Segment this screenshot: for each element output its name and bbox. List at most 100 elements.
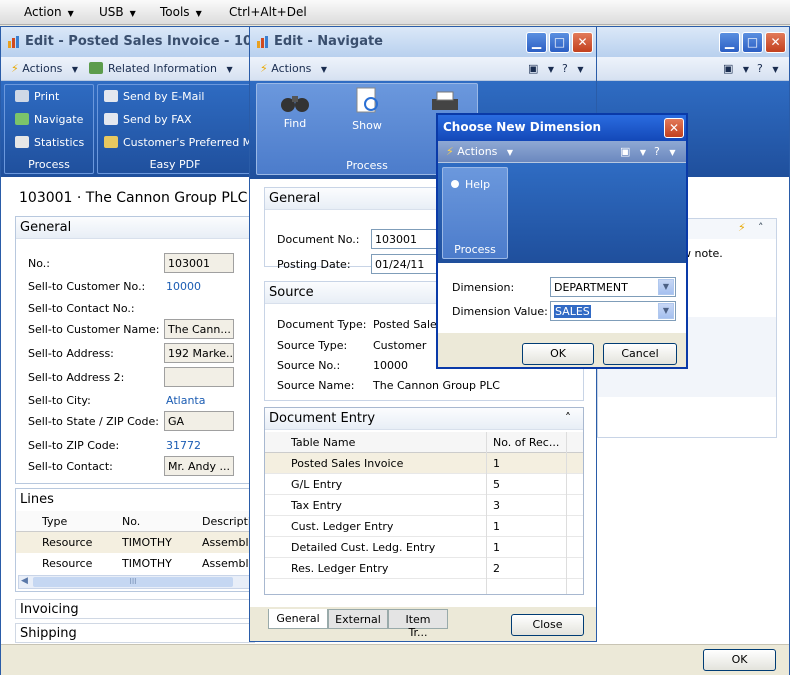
invoicing-fasttab[interactable]: Invoicing: [15, 599, 255, 619]
field-label: Sell-to ZIP Code:: [28, 439, 120, 452]
lines-fasttab-header[interactable]: Lines: [16, 489, 254, 511]
invoice-footer: OK: [1, 644, 789, 675]
send-by-email-button[interactable]: Send by E-Mail: [104, 90, 204, 103]
field-label: No.:: [28, 257, 50, 270]
general-fasttab-header[interactable]: General: [16, 217, 254, 239]
close-window-button[interactable]: ✕: [765, 32, 786, 53]
field-value-box[interactable]: 192 Marke...: [164, 343, 234, 363]
dynamics-logo-icon: [257, 36, 268, 48]
table-row[interactable]: Posted Sales Invoice 1: [265, 453, 583, 474]
record-count-cell: 2: [493, 562, 500, 575]
field-label: Sell-to State / ZIP Code:: [28, 415, 159, 428]
cancel-button[interactable]: Cancel: [603, 343, 677, 365]
source-type-label: Source Type:: [277, 339, 348, 352]
general-title: General: [20, 220, 72, 235]
field-value-box[interactable]: [164, 367, 234, 387]
document-entry-header[interactable]: Document Entry ˄: [265, 408, 583, 430]
host-menu-action[interactable]: Action ▼: [24, 5, 74, 19]
field-value-link[interactable]: 10000: [166, 280, 201, 293]
table-row[interactable]: Cust. Ledger Entry 1: [265, 516, 583, 537]
field-label: Sell-to City:: [28, 394, 91, 407]
close-button[interactable]: Close: [511, 614, 584, 636]
layout-menu[interactable]: ▣ ▼: [723, 62, 749, 75]
record-count-cell: 3: [493, 499, 500, 512]
host-menu-tools[interactable]: Tools ▼: [160, 5, 202, 19]
field-value-link[interactable]: 31772: [166, 439, 201, 452]
tab-item-tracking[interactable]: Item Tr...: [388, 609, 448, 639]
host-menu-usb[interactable]: USB ▼: [99, 5, 136, 19]
shipping-fasttab[interactable]: Shipping: [15, 623, 255, 643]
table-row[interactable]: G/L Entry 5: [265, 474, 583, 495]
maximize-button[interactable]: □: [742, 32, 763, 53]
minimize-icon: ▁: [724, 35, 735, 49]
navigate-button[interactable]: Navigate: [15, 113, 83, 126]
field-value-box[interactable]: Mr. Andy ...: [164, 456, 234, 476]
send-by-fax-button[interactable]: Send by FAX: [104, 113, 192, 126]
table-row[interactable]: Detailed Cust. Ledg. Entry 1: [265, 537, 583, 558]
table-row[interactable]: Tax Entry 3: [265, 495, 583, 516]
layout-menu[interactable]: ▣ ▼: [620, 145, 646, 158]
table-row[interactable]: Resource TIMOTHY Assemblin: [16, 553, 259, 574]
customer-preferred-method-button[interactable]: Customer's Preferred Met: [104, 136, 263, 149]
minimize-button[interactable]: ▁: [526, 32, 547, 53]
new-note-link[interactable]: w note.: [682, 247, 723, 260]
find-label: Find: [283, 117, 307, 130]
help-menu[interactable]: ? ▼: [654, 145, 676, 158]
collapse-icon[interactable]: ˄: [565, 411, 571, 425]
maximize-icon: □: [746, 35, 759, 49]
related-information-menu[interactable]: Related Information ▼: [89, 62, 233, 75]
dimension-dropdown[interactable]: DEPARTMENT ▼: [550, 277, 676, 297]
actions-menu[interactable]: ⚡ Actions ▼: [260, 62, 327, 75]
field-value-link[interactable]: Atlanta: [166, 394, 205, 407]
statistics-button[interactable]: Statistics: [15, 136, 84, 149]
host-menu-usb-label: USB: [99, 5, 124, 19]
source-no-value: 10000: [373, 359, 408, 372]
help-menu[interactable]: ? ▼: [562, 62, 584, 75]
close-window-button[interactable]: ✕: [572, 32, 593, 53]
actions-menu[interactable]: ⚡ Actions ▼: [446, 145, 513, 158]
tab-external[interactable]: External: [328, 609, 388, 629]
host-menu-action-label: Action: [24, 5, 62, 19]
field-value-box[interactable]: GA: [164, 411, 234, 431]
help-button[interactable]: Help: [451, 178, 490, 191]
minimize-button[interactable]: ▁: [719, 32, 740, 53]
email-icon: [104, 90, 118, 102]
chevron-down-icon[interactable]: ▼: [658, 303, 674, 319]
find-button[interactable]: Find: [275, 92, 315, 130]
host-menu-ctrl-alt-del[interactable]: Ctrl+Alt+Del: [229, 5, 307, 19]
actions-menu[interactable]: ⚡ Actions ▼: [11, 62, 78, 75]
print-button[interactable]: Print: [15, 90, 59, 103]
column-header-no-of-records[interactable]: No. of Rec...: [493, 436, 559, 449]
field-value-box[interactable]: 103001: [164, 253, 234, 273]
layout-icon: ▣: [620, 145, 631, 158]
field-value-box[interactable]: The Cann...: [164, 319, 234, 339]
host-menu-tools-label: Tools: [160, 5, 190, 19]
ok-button[interactable]: OK: [703, 649, 776, 671]
help-menu[interactable]: ? ▼: [757, 62, 779, 75]
dimension-value-dropdown[interactable]: SALES ▼: [550, 301, 676, 321]
table-row[interactable]: Res. Ledger Entry 2: [265, 558, 583, 579]
chevron-down-icon: ▼: [67, 9, 74, 18]
minimize-icon: ▁: [531, 35, 542, 49]
column-header-table-name[interactable]: Table Name: [291, 436, 355, 449]
chevron-down-icon[interactable]: ▼: [658, 279, 674, 295]
dialog-command-bar: ⚡ Actions ▼ ▣ ▼ ? ▼: [438, 141, 686, 163]
column-header-type[interactable]: Type: [42, 515, 67, 528]
field-label: Sell-to Customer Name:: [28, 323, 160, 336]
close-dialog-button[interactable]: ✕: [664, 118, 684, 138]
table-name-cell: Res. Ledger Entry: [291, 562, 389, 575]
chevron-down-icon: ▼: [577, 65, 584, 74]
show-button[interactable]: Show: [347, 86, 387, 132]
lightning-icon[interactable]: ⚡: [738, 221, 746, 234]
ok-button[interactable]: OK: [522, 343, 594, 365]
fax-icon: [104, 113, 118, 125]
scroll-left-icon[interactable]: ◀: [21, 576, 28, 586]
table-row[interactable]: Resource TIMOTHY Assemblin: [16, 532, 259, 553]
maximize-button[interactable]: □: [549, 32, 570, 53]
tab-general[interactable]: General: [268, 609, 328, 629]
scroll-thumb[interactable]: III: [33, 577, 233, 587]
lines-scrollbar[interactable]: ◀ III: [18, 575, 254, 589]
layout-menu[interactable]: ▣ ▼: [528, 62, 554, 75]
collapse-icon[interactable]: ˄: [758, 221, 764, 234]
column-header-no[interactable]: No.: [122, 515, 140, 528]
